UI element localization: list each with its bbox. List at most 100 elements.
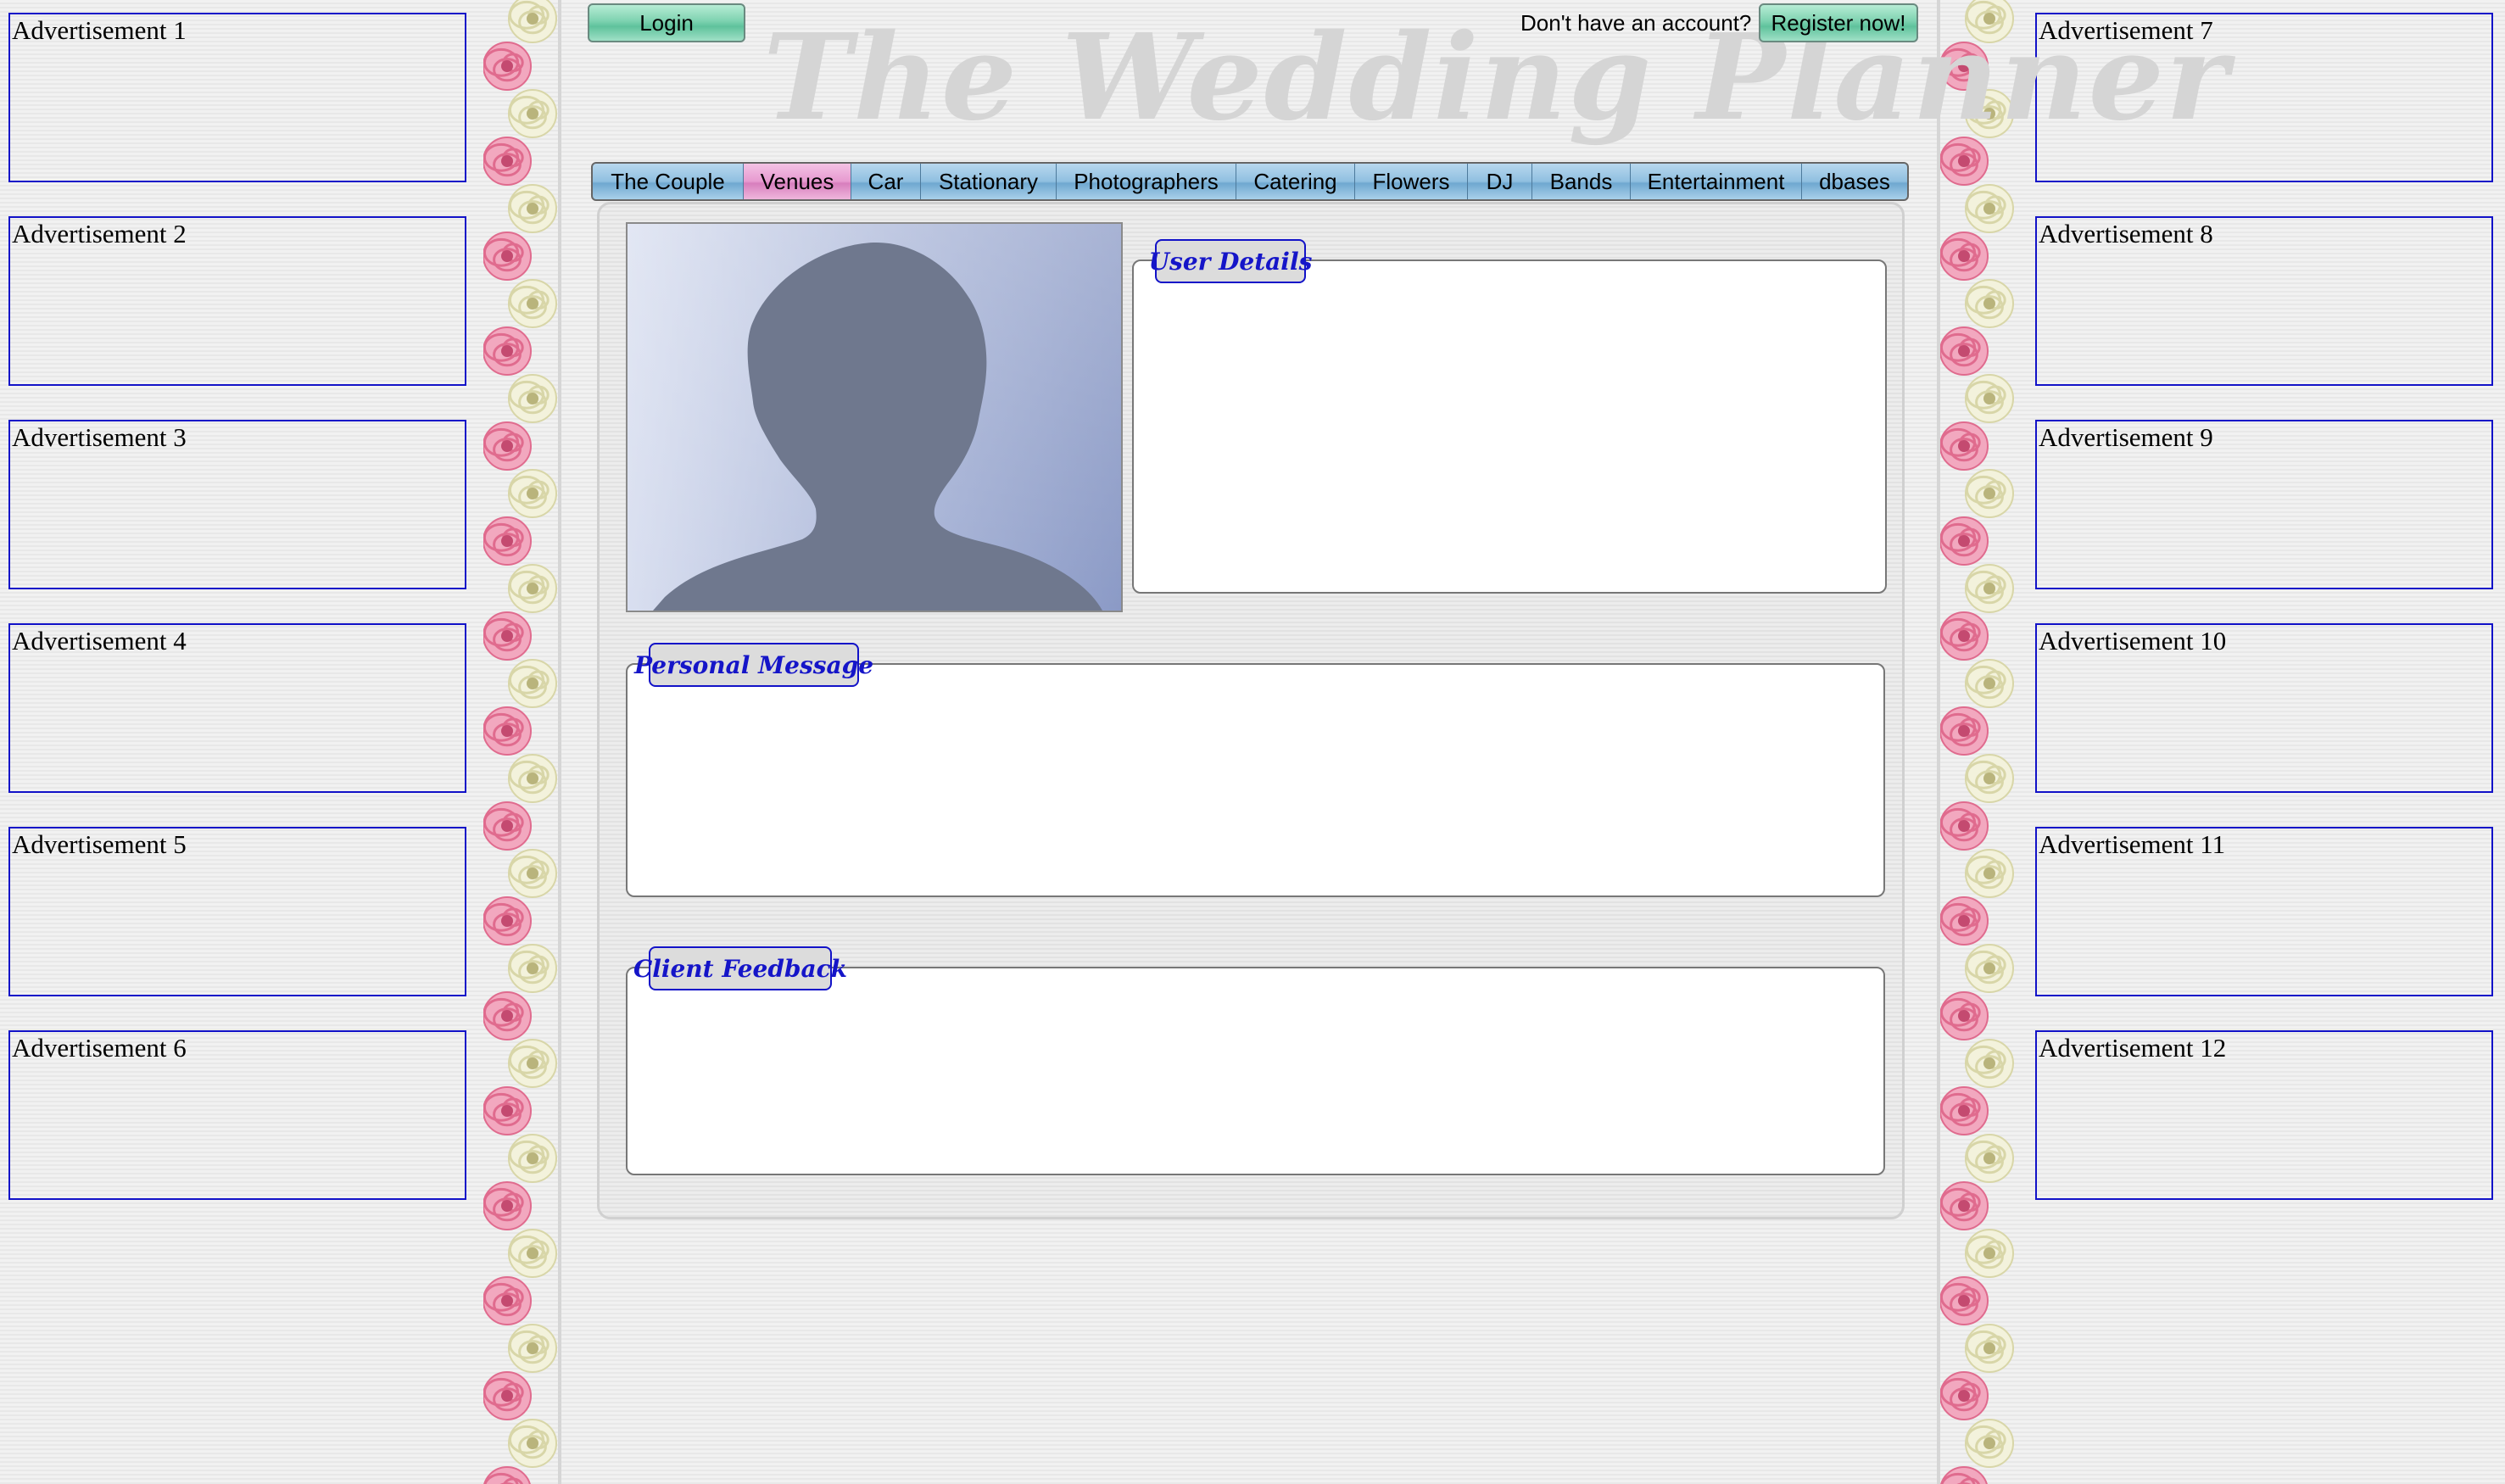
register-button[interactable]: Register now! — [1759, 3, 1918, 42]
pink-rose-icon — [483, 1181, 532, 1230]
pink-rose-icon — [483, 137, 532, 186]
white-rose-icon — [508, 279, 557, 328]
white-rose-icon — [1965, 944, 2014, 993]
tab-stationary[interactable]: Stationary — [921, 164, 1057, 199]
advertisement-1[interactable]: Advertisement 1 — [8, 13, 466, 182]
advertisement-12[interactable]: Advertisement 12 — [2035, 1030, 2493, 1200]
white-rose-icon — [508, 1229, 557, 1278]
white-rose-icon — [508, 1419, 557, 1468]
white-rose-icon — [1965, 1229, 2014, 1278]
pink-rose-icon — [483, 232, 532, 281]
pink-rose-icon — [483, 516, 532, 566]
pink-rose-icon — [483, 421, 532, 471]
pink-rose-icon — [1940, 326, 1989, 376]
white-rose-icon — [1965, 374, 2014, 423]
white-rose-icon — [1965, 659, 2014, 708]
profile-avatar[interactable] — [626, 222, 1123, 612]
white-rose-icon — [508, 944, 557, 993]
white-rose-icon — [1965, 1039, 2014, 1088]
white-rose-icon — [1965, 849, 2014, 898]
person-silhouette-icon — [628, 224, 1121, 611]
pink-rose-icon — [1940, 232, 1989, 281]
pink-rose-icon — [483, 1086, 532, 1135]
tab-flowers[interactable]: Flowers — [1355, 164, 1468, 199]
pink-rose-icon — [483, 801, 532, 851]
white-rose-icon — [508, 1134, 557, 1183]
no-account-text: Don't have an account? — [1520, 10, 1752, 36]
pink-rose-icon — [483, 991, 532, 1040]
white-rose-icon — [508, 1039, 557, 1088]
divider-right — [1937, 0, 1940, 1484]
pink-rose-icon — [1940, 1181, 1989, 1230]
client-feedback-legend: Client Feedback — [633, 946, 847, 990]
main-nav: The Couple Venues Car Stationary Photogr… — [591, 162, 1909, 201]
tab-the-couple[interactable]: The Couple — [593, 164, 744, 199]
pink-rose-icon — [1940, 1466, 1988, 1484]
white-rose-icon — [1965, 184, 2014, 233]
personal-message-box — [626, 663, 1885, 897]
white-rose-icon — [1965, 564, 2014, 613]
white-rose-icon — [1965, 1419, 2014, 1468]
pink-rose-icon — [1940, 706, 1989, 756]
white-rose-icon — [508, 564, 557, 613]
pink-rose-icon — [483, 706, 532, 756]
white-rose-icon — [1965, 1324, 2014, 1373]
user-details-legend: User Details — [1149, 239, 1312, 283]
pink-rose-icon — [483, 1466, 531, 1484]
advertisement-2[interactable]: Advertisement 2 — [8, 216, 466, 386]
tab-photographers[interactable]: Photographers — [1057, 164, 1236, 199]
white-rose-icon — [508, 374, 557, 423]
tab-catering[interactable]: Catering — [1236, 164, 1355, 199]
rose-border-left — [483, 0, 560, 1484]
tab-car[interactable]: Car — [851, 164, 921, 199]
white-rose-icon — [1965, 1134, 2014, 1183]
white-rose-icon — [508, 849, 557, 898]
advertisement-5[interactable]: Advertisement 5 — [8, 827, 466, 996]
client-feedback-box — [626, 967, 1885, 1175]
tab-bands[interactable]: Bands — [1532, 164, 1631, 199]
white-rose-icon — [508, 754, 557, 803]
advertisement-3[interactable]: Advertisement 3 — [8, 420, 466, 589]
white-rose-icon — [508, 1324, 557, 1373]
pink-rose-icon — [1940, 1086, 1989, 1135]
tab-entertainment[interactable]: Entertainment — [1631, 164, 1802, 199]
pink-rose-icon — [1940, 801, 1989, 851]
user-details-box — [1132, 259, 1887, 594]
pink-rose-icon — [483, 42, 532, 91]
tab-dj[interactable]: DJ — [1468, 164, 1532, 199]
pink-rose-icon — [1940, 1371, 1989, 1420]
login-button[interactable]: Login — [588, 3, 745, 42]
white-rose-icon — [508, 184, 557, 233]
advertisement-9[interactable]: Advertisement 9 — [2035, 420, 2493, 589]
pink-rose-icon — [1940, 896, 1989, 946]
advertisement-6[interactable]: Advertisement 6 — [8, 1030, 466, 1200]
white-rose-icon — [508, 0, 557, 43]
personal-message-legend: Personal Message — [634, 643, 873, 687]
pink-rose-icon — [483, 326, 532, 376]
tab-venues[interactable]: Venues — [744, 164, 851, 199]
advertisement-10[interactable]: Advertisement 10 — [2035, 623, 2493, 793]
pink-rose-icon — [1940, 611, 1989, 661]
white-rose-icon — [508, 469, 557, 518]
pink-rose-icon — [483, 1371, 532, 1420]
advertisement-11[interactable]: Advertisement 11 — [2035, 827, 2493, 996]
pink-rose-icon — [1940, 516, 1989, 566]
advertisement-4[interactable]: Advertisement 4 — [8, 623, 466, 793]
advertisement-8[interactable]: Advertisement 8 — [2035, 216, 2493, 386]
pink-rose-icon — [483, 1276, 532, 1325]
white-rose-icon — [1965, 754, 2014, 803]
tab-dbases[interactable]: dbases — [1802, 164, 1907, 199]
white-rose-icon — [508, 89, 557, 138]
white-rose-icon — [508, 659, 557, 708]
pink-rose-icon — [483, 611, 532, 661]
pink-rose-icon — [1940, 991, 1989, 1040]
pink-rose-icon — [483, 896, 532, 946]
pink-rose-icon — [1940, 421, 1989, 471]
pink-rose-icon — [1940, 1276, 1989, 1325]
white-rose-icon — [1965, 279, 2014, 328]
white-rose-icon — [1965, 469, 2014, 518]
rose-decoration-icon — [1940, 0, 2014, 1484]
site-title: The Wedding Planner — [763, 8, 2230, 148]
rose-border-right — [1940, 0, 2017, 1484]
divider-left — [558, 0, 561, 1484]
